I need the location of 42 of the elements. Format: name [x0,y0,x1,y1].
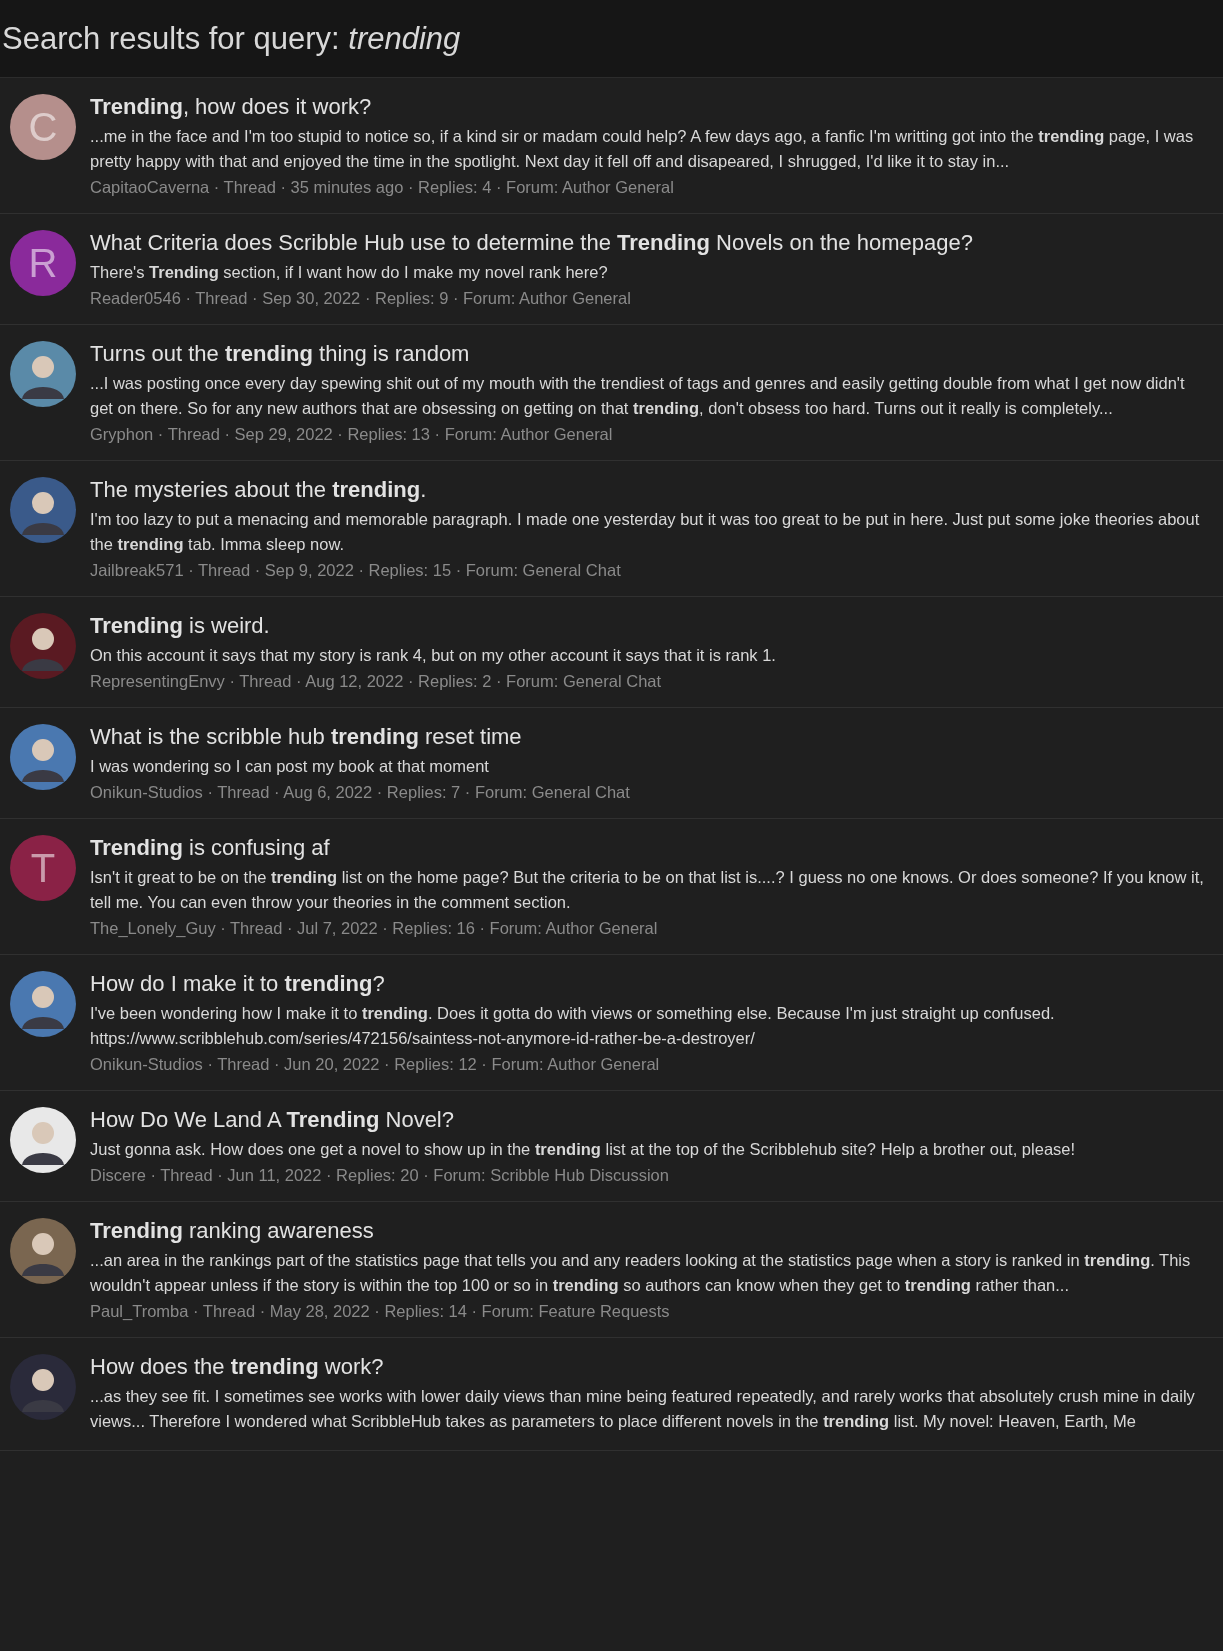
snippet-text: I'm too lazy to put a menacing and memorable paragraph. I made one yesterday but it was too great to be put in here. Just put some joke theories about the trending tab. Imma sleep now. [90,509,1201,555]
thread-title-link[interactable]: Trending is weird. [90,613,270,639]
user-avatar-icon[interactable] [10,1354,76,1420]
thread-meta: Reader0546 · Thread · Sep 30, 2022 · Replies: 9 · Forum: Author General [90,289,632,308]
snippet-text: ...I was posting once every day spewing shit out of my mouth with the trendiest of tags and genres and easily getting double from what I get now didn't get on there. So for any new authors that are obsessing on getting on that trending, don't obsess too hard. Turns out it really is completely... [90,373,1186,419]
snippet-text: ...me in the face and I'm too stupid to notice so, if a kind sir or madam could help? A few days ago, a fanfic I'm writting got into the trending page, I was pretty happy with that and enjoyed the time in the spotlight. Next day it fell off and disapeared, I shrugged, I'd like it to stay in... [90,126,1195,172]
snippet-text: ...an area in the rankings part of the statistics page that tells you and any readers looking at the statistics page when a story is ranked in trending. This wouldn't appear unless if the story is within the top 100 or so in trending so authors can know when they get to trending rather than... [90,1250,1192,1296]
thread-title-link[interactable]: Trending, how does it work? [90,94,372,120]
thread-title-link[interactable]: Trending is confusing af [90,835,330,861]
thread-meta: Onikun-Studios · Thread · Jun 20, 2022 · Replies: 12 · Forum: Author General [90,1055,661,1074]
thread-meta: Paul_Tromba · Thread · May 28, 2022 · Replies: 14 · Forum: Feature Requests [90,1302,671,1321]
thread-meta: Jailbreak571 · Thread · Sep 9, 2022 · Replies: 15 · Forum: General Chat [90,561,622,580]
snippet-text: I was wondering so I can post my book at that moment [90,756,490,777]
letter-avatar[interactable]: T [10,835,76,901]
thread-meta: Discere · Thread · Jun 11, 2022 · Replies: 20 · Forum: Scribble Hub Discussion [90,1166,670,1185]
thread-meta: CapitaoCaverna · Thread · 35 minutes ago · Replies: 4 · Forum: Author General [90,178,675,197]
thread-title-link[interactable]: What Criteria does Scribble Hub use to determine the Trending Novels on the homepage? [90,230,973,256]
snippet-text: Isn't it great to be on the trending list on the home page? But the criteria to be on that list is....? I guess no one knows. Or does someone? If you know it, tell me. You can even throw your theories in the comment section. [90,867,1205,913]
snippet-text: On this account it says that my story is rank 4, but on my other account it says that it is rank 1. [90,645,777,666]
user-avatar-icon[interactable] [10,1107,76,1173]
snippet-text: Just gonna ask. How does one get a novel to show up in the trending list at the top of the Scribblehub site? Help a brother out, please! [90,1139,1077,1160]
thread-title-link[interactable]: The mysteries about the trending. [90,477,427,503]
user-avatar-icon[interactable] [10,724,76,790]
thread-title-link[interactable]: Trending ranking awareness [90,1218,374,1244]
thread-title-link[interactable]: How do I make it to trending? [90,971,385,997]
snippet-text: ...as they see fit. I sometimes see works with lower daily views than mine being featured repeatedly, and rarely works that absolutely crush mine in daily views... Therefore I wondered what ScribbleHub takes as parameters to place different novels in the trending list. My novel: Heaven, Earth, Me [90,1386,1196,1432]
thread-title-link[interactable]: How does the trending work? [90,1354,384,1380]
thread-meta: Gryphon · Thread · Sep 29, 2022 · Replies: 13 · Forum: Author General [90,425,614,444]
user-avatar-icon[interactable] [10,477,76,543]
snippet-text: There's Trending section, if I want how do I make my novel rank here? [90,262,609,283]
thread-meta: RepresentingEnvy · Thread · Aug 12, 2022 · Replies: 2 · Forum: General Chat [90,672,663,691]
thread-title-link[interactable]: How Do We Land A Trending Novel? [90,1107,454,1133]
thread-title-link[interactable]: Turns out the trending thing is random [90,341,470,367]
thread-meta: The_Lonely_Guy · Thread · Jul 7, 2022 · Replies: 16 · Forum: Author General [90,919,659,938]
user-avatar-icon[interactable] [10,341,76,407]
thread-meta: Onikun-Studios · Thread · Aug 6, 2022 · Replies: 7 · Forum: General Chat [90,783,631,802]
user-avatar-icon[interactable] [10,1218,76,1284]
snippet-text: I've been wondering how I make it to trending. Does it gotta do with views or something else. Because I'm just straight up confused. https://www.scribblehub.com/series/472156/saintess-not-anymore-id-rather-be-a-destroyer/ [90,1003,1056,1049]
user-avatar-icon[interactable] [10,971,76,1037]
page-title: Search results for query: trending [1,20,461,57]
user-avatar-icon[interactable] [10,613,76,679]
thread-title-link[interactable]: What is the scribble hub trending reset time [90,724,522,750]
